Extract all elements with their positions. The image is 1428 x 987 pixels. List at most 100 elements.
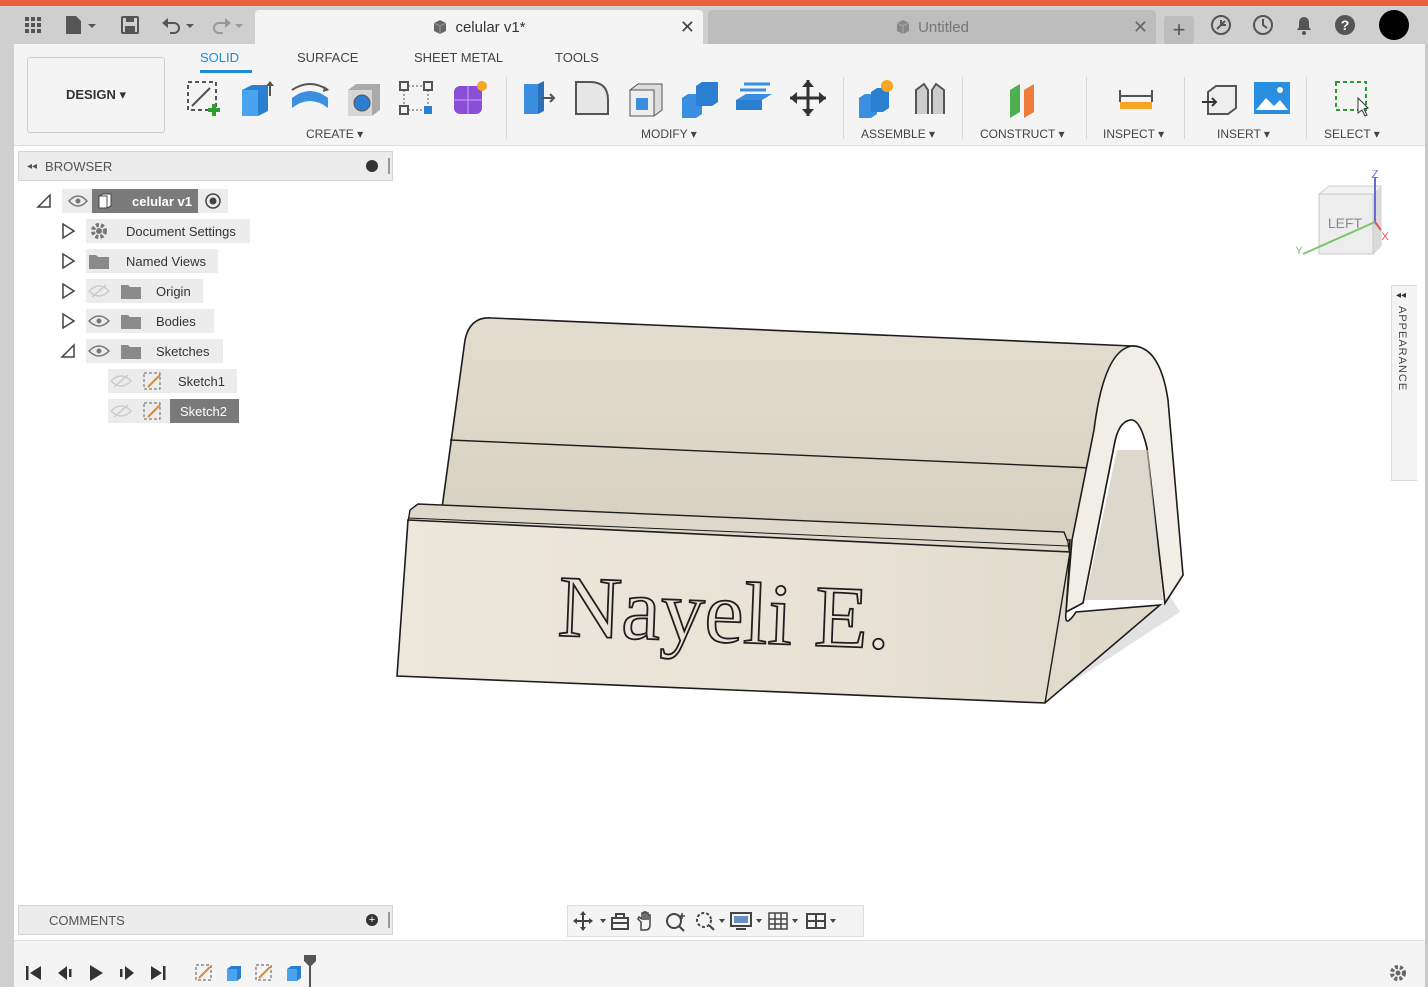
tree-collapse-icon[interactable] xyxy=(36,193,52,209)
timeline-settings-gear-icon[interactable] xyxy=(1388,963,1408,983)
browser-item-document-settings[interactable]: Document Settings xyxy=(60,219,250,243)
notifications-bell-icon[interactable] xyxy=(1291,12,1317,38)
joint-icon[interactable] xyxy=(908,77,952,119)
collapse-arrows-icon[interactable]: ◂◂ xyxy=(27,161,37,172)
insert-canvas-icon[interactable] xyxy=(1250,77,1294,119)
collapse-arrows-icon[interactable]: ◂◂ xyxy=(1396,290,1406,301)
tab-untitled[interactable]: Untitled ✕ xyxy=(708,10,1156,44)
tab-celular[interactable]: celular v1* ✕ xyxy=(255,10,703,44)
visibility-hidden-icon[interactable] xyxy=(110,374,132,388)
timeline-marker[interactable] xyxy=(304,955,316,987)
move-icon[interactable] xyxy=(786,77,830,119)
browser-panel-header[interactable]: ◂◂ BROWSER xyxy=(18,151,393,181)
play-icon[interactable] xyxy=(86,963,106,983)
canvas-viewport[interactable]: Nayeli E. LEFT Z Y X xyxy=(393,146,1428,940)
select-menu[interactable]: SELECT ▾ xyxy=(1324,127,1380,141)
assemble-menu[interactable]: ASSEMBLE ▾ xyxy=(861,127,935,141)
create-menu[interactable]: CREATE ▾ xyxy=(306,127,363,141)
save-icon[interactable] xyxy=(118,12,142,38)
step-forward-icon[interactable] xyxy=(117,963,137,983)
visibility-hidden-icon[interactable] xyxy=(88,284,110,298)
offset-face-icon[interactable] xyxy=(732,77,776,119)
hole-icon[interactable] xyxy=(342,77,386,119)
insert-derive-icon[interactable] xyxy=(1198,77,1242,119)
new-component-icon[interactable] xyxy=(853,77,897,119)
tab-solid[interactable]: SOLID xyxy=(200,50,239,65)
close-tab-icon[interactable]: ✕ xyxy=(1133,17,1148,38)
tree-expand-icon[interactable] xyxy=(60,253,76,269)
create-sketch-icon[interactable] xyxy=(182,77,226,119)
help-icon[interactable]: ? xyxy=(1332,12,1358,38)
visibility-hidden-icon[interactable] xyxy=(110,404,132,418)
revolve-icon[interactable] xyxy=(288,77,332,119)
apps-grid-icon[interactable] xyxy=(20,12,46,38)
visibility-eye-icon[interactable] xyxy=(88,314,110,328)
pattern-icon[interactable] xyxy=(394,77,438,119)
timeline-sketch-feature-icon[interactable] xyxy=(254,963,274,983)
browser-item-sketch1[interactable]: Sketch1 xyxy=(108,369,237,393)
visibility-eye-icon[interactable] xyxy=(68,194,88,208)
combine-icon[interactable] xyxy=(678,77,722,119)
extensions-icon[interactable] xyxy=(1208,12,1234,38)
toolbar-separator xyxy=(1086,77,1087,139)
measure-icon[interactable] xyxy=(1114,77,1158,119)
tab-tools[interactable]: TOOLS xyxy=(555,50,599,65)
shell-icon[interactable] xyxy=(624,77,668,119)
panel-minimize-icon[interactable] xyxy=(366,160,378,172)
close-tab-icon[interactable]: ✕ xyxy=(680,17,695,38)
file-menu-icon[interactable] xyxy=(62,12,100,38)
browser-item-origin[interactable]: Origin xyxy=(60,279,203,303)
tree-expand-icon[interactable] xyxy=(60,283,76,299)
job-status-icon[interactable] xyxy=(1250,12,1276,38)
go-to-end-icon[interactable] xyxy=(148,963,168,983)
panel-pin-icon[interactable] xyxy=(388,912,390,928)
undo-icon[interactable] xyxy=(160,12,198,38)
construct-menu[interactable]: CONSTRUCT ▾ xyxy=(980,127,1064,141)
viewports-icon[interactable] xyxy=(804,910,842,932)
tab-sheet-metal[interactable]: SHEET METAL xyxy=(414,50,503,65)
folder-icon xyxy=(121,315,141,329)
go-to-start-icon[interactable] xyxy=(24,963,44,983)
tree-expand-icon[interactable] xyxy=(60,313,76,329)
zoom-window-icon[interactable] xyxy=(692,910,728,932)
select-icon[interactable] xyxy=(1330,77,1374,119)
extrude-icon[interactable] xyxy=(234,77,278,119)
browser-item-sketches[interactable]: Sketches xyxy=(60,339,224,363)
tree-collapse-icon[interactable] xyxy=(60,343,76,359)
panel-pin-icon[interactable] xyxy=(388,158,390,174)
orbit-icon[interactable] xyxy=(572,910,608,932)
browser-item-named-views[interactable]: Named Views xyxy=(60,249,218,273)
modify-menu[interactable]: MODIFY ▾ xyxy=(641,127,697,141)
browser-root-row[interactable]: celular v1 xyxy=(36,189,228,213)
tab-surface[interactable]: SURFACE xyxy=(297,50,358,65)
offset-plane-icon[interactable] xyxy=(1002,77,1046,119)
timeline-extrude-feature-icon[interactable] xyxy=(224,963,244,983)
look-at-icon[interactable] xyxy=(608,910,632,932)
timeline-sketch-feature-icon[interactable] xyxy=(194,963,214,983)
activate-radio-icon[interactable] xyxy=(204,192,222,210)
timeline-extrude-feature-icon[interactable] xyxy=(284,963,304,983)
step-back-icon[interactable] xyxy=(55,963,75,983)
inspect-menu[interactable]: INSPECT ▾ xyxy=(1103,127,1164,141)
new-tab-button[interactable]: + xyxy=(1164,16,1194,44)
pan-hand-icon[interactable] xyxy=(632,910,662,932)
browser-item-bodies[interactable]: Bodies xyxy=(60,309,214,333)
fillet-icon[interactable] xyxy=(570,77,614,119)
zoom-icon[interactable] xyxy=(662,910,692,932)
browser-item-sketch2[interactable]: Sketch2 xyxy=(108,399,239,423)
grid-settings-icon[interactable] xyxy=(766,910,804,932)
form-icon[interactable] xyxy=(448,77,492,119)
model-render[interactable]: Nayeli E. xyxy=(393,146,1428,940)
insert-menu[interactable]: INSERT ▾ xyxy=(1217,127,1270,141)
redo-icon[interactable] xyxy=(206,12,246,38)
view-cube[interactable]: LEFT Z Y X xyxy=(1293,167,1393,262)
tree-expand-icon[interactable] xyxy=(60,223,76,239)
add-comment-icon[interactable]: + xyxy=(366,914,378,926)
press-pull-icon[interactable] xyxy=(516,77,560,119)
workspace-design-button[interactable]: DESIGN ▾ xyxy=(27,57,165,133)
user-avatar[interactable] xyxy=(1378,10,1410,40)
display-settings-icon[interactable] xyxy=(728,910,766,932)
visibility-eye-icon[interactable] xyxy=(88,344,110,358)
comments-panel-header[interactable]: COMMENTS + xyxy=(18,905,393,935)
toolbar-separator xyxy=(506,77,507,139)
